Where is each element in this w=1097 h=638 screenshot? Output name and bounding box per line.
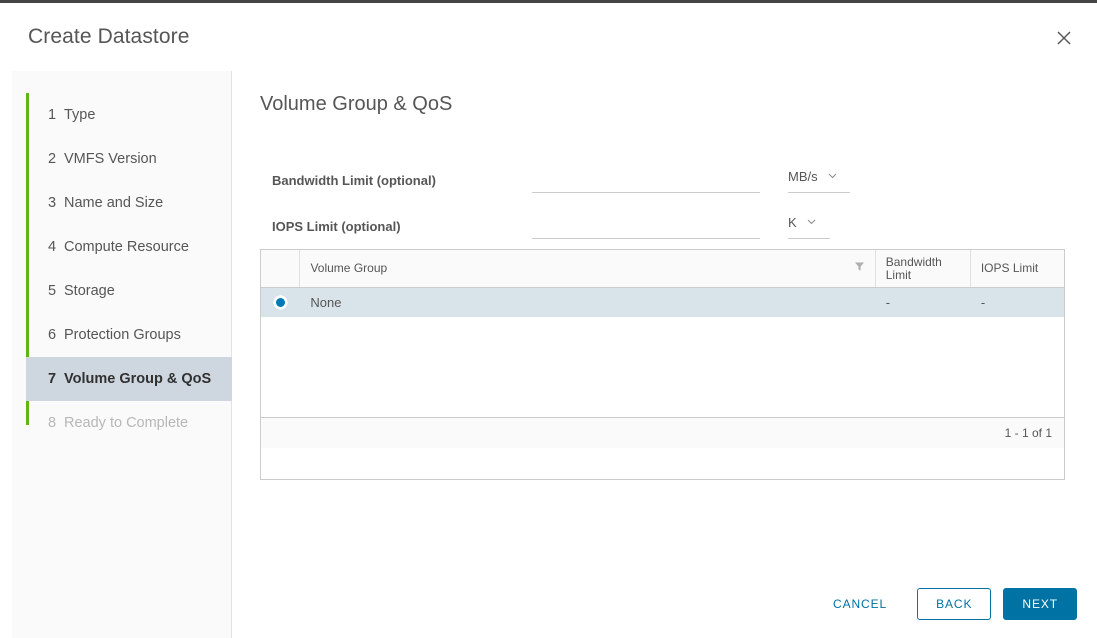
wizard-step-list: 1Type 2VMFS Version 3Name and Size 4Comp… (26, 71, 232, 445)
close-icon[interactable] (1053, 27, 1075, 49)
iops-limit-label: IOPS Limit (optional) (272, 219, 401, 234)
step-number: 7 (48, 357, 64, 401)
column-label-iops-limit: IOPS Limit (981, 262, 1038, 275)
table-header-select (261, 250, 300, 287)
row-select-cell (261, 288, 300, 317)
dialog-titlebar: Create Datastore (0, 3, 1097, 68)
chevron-down-icon (828, 167, 837, 182)
column-label-volume-group: Volume Group (310, 262, 387, 275)
step-number: 4 (48, 225, 64, 269)
bandwidth-unit-select[interactable]: MB/s (788, 167, 850, 193)
table-footer: 1 - 1 of 1 (261, 417, 1064, 448)
iops-limit-input[interactable] (532, 213, 760, 239)
main-content: Volume Group & QoS Bandwidth Limit (opti… (260, 71, 1077, 638)
filter-icon[interactable] (854, 261, 865, 272)
sidebar-item-protection-groups[interactable]: 6Protection Groups (26, 313, 232, 357)
bandwidth-limit-row: Bandwidth Limit (optional) MB/s (272, 167, 1077, 213)
table-header-bandwidth-limit: Bandwidth Limit (876, 250, 971, 287)
sidebar-item-compute-resource[interactable]: 4Compute Resource (26, 225, 232, 269)
cell-volume-group: None (300, 288, 875, 317)
cell-bandwidth-limit: - (876, 288, 971, 317)
back-button[interactable]: BACK (917, 588, 991, 620)
table-body: None - - 1 - 1 of 1 (261, 288, 1064, 448)
iops-unit-value: K (788, 215, 797, 230)
step-number: 2 (48, 137, 64, 181)
step-label: Name and Size (64, 195, 163, 211)
volume-group-table: Volume Group Bandwidth Limit IOPS Limit (260, 249, 1065, 480)
step-label: Storage (64, 283, 115, 299)
sidebar-item-volume-group-qos[interactable]: 7Volume Group & QoS (26, 357, 232, 401)
cell-iops-limit: - (971, 288, 1064, 317)
row-radio-button[interactable] (273, 295, 288, 310)
step-number: 1 (48, 93, 64, 137)
table-header-volume-group: Volume Group (300, 250, 875, 287)
cancel-button[interactable]: CANCEL (815, 588, 905, 620)
sidebar-item-storage[interactable]: 5Storage (26, 269, 232, 313)
dialog-footer: CANCEL BACK NEXT (815, 588, 1077, 620)
table-row[interactable]: None - - (261, 288, 1064, 317)
step-number: 3 (48, 181, 64, 225)
page-title: Volume Group & QoS (260, 93, 452, 116)
table-header-row: Volume Group Bandwidth Limit IOPS Limit (261, 250, 1064, 288)
step-label: Type (64, 107, 95, 123)
step-number: 6 (48, 313, 64, 357)
table-header-iops-limit: IOPS Limit (971, 250, 1064, 287)
step-number: 5 (48, 269, 64, 313)
sidebar-item-vmfs-version[interactable]: 2VMFS Version (26, 137, 232, 181)
pagination-label: 1 - 1 of 1 (1005, 426, 1052, 440)
step-label: Protection Groups (64, 327, 181, 343)
iops-unit-select[interactable]: K (788, 213, 830, 239)
step-label: Volume Group & QoS (64, 371, 211, 387)
sidebar-item-name-and-size[interactable]: 3Name and Size (26, 181, 232, 225)
column-label-bandwidth-limit: Bandwidth Limit (886, 256, 960, 282)
bandwidth-limit-input[interactable] (532, 167, 760, 193)
create-datastore-dialog: Create Datastore 1Type 2VMFS Version 3Na… (0, 0, 1097, 638)
step-label: VMFS Version (64, 151, 157, 167)
bandwidth-limit-label: Bandwidth Limit (optional) (272, 173, 436, 188)
bandwidth-unit-value: MB/s (788, 169, 818, 184)
qos-form: Bandwidth Limit (optional) MB/s IOPS Lim… (272, 167, 1077, 259)
step-label: Compute Resource (64, 239, 189, 255)
wizard-sidebar: 1Type 2VMFS Version 3Name and Size 4Comp… (12, 71, 232, 638)
chevron-down-icon (807, 213, 816, 228)
sidebar-item-type[interactable]: 1Type (26, 93, 232, 137)
step-number: 8 (48, 401, 64, 445)
dialog-title: Create Datastore (28, 25, 190, 49)
next-button[interactable]: NEXT (1003, 588, 1077, 620)
step-label: Ready to Complete (64, 415, 188, 431)
sidebar-item-ready-to-complete: 8Ready to Complete (26, 401, 232, 445)
